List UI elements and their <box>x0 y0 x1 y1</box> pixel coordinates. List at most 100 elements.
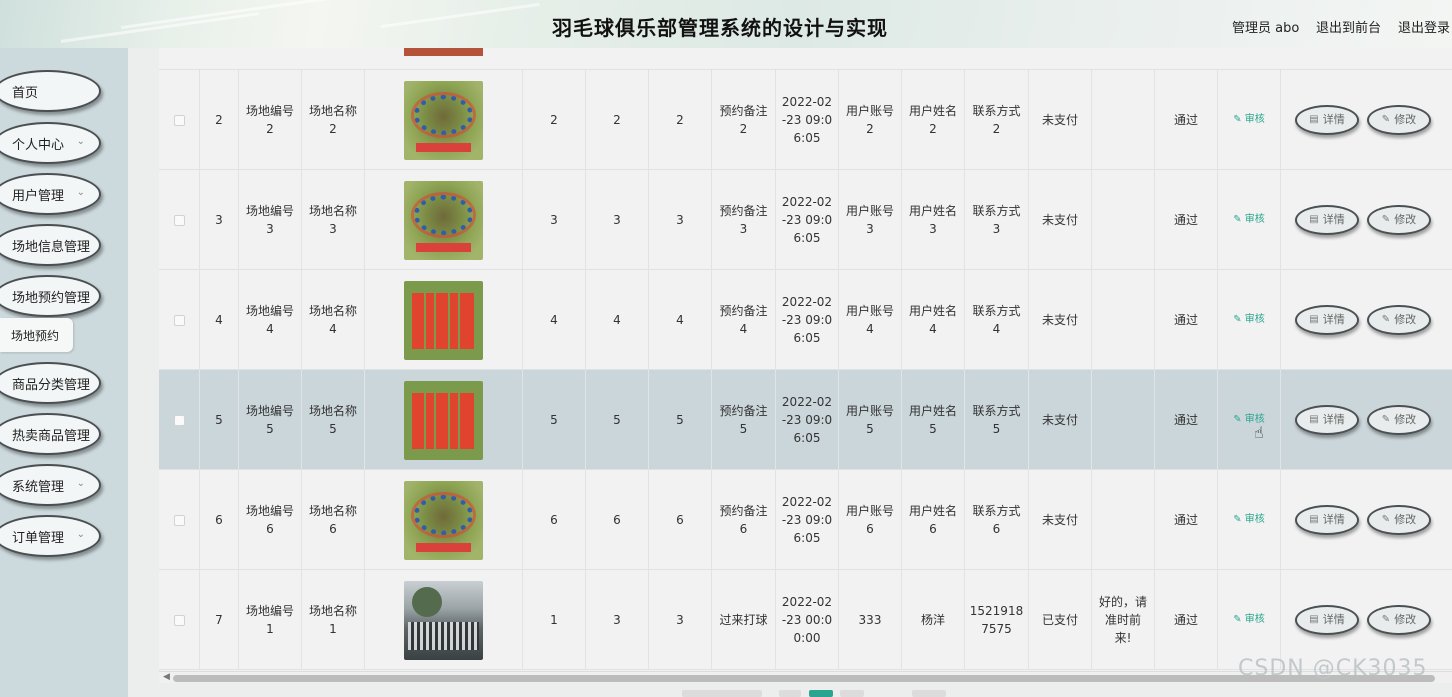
actions-cell: ▤ 详情 ✎ 修改 <box>1280 470 1452 570</box>
table-cell-name: 场地名称 1 <box>301 570 364 670</box>
sidebar-subitem-venue-booking[interactable]: 场地预约 <box>0 318 73 352</box>
audit-cell: ✎ 审核 <box>1217 270 1280 370</box>
image-cell <box>364 270 522 370</box>
sidebar-item-home[interactable]: 首页 <box>0 70 101 112</box>
row-checkbox[interactable] <box>173 214 185 226</box>
document-icon: ▤ <box>1309 114 1319 125</box>
sidebar-item-system[interactable]: 系统管理 ⌄ <box>0 464 101 506</box>
sidebar-item-label: 商品分类管理 <box>12 377 91 393</box>
table-cell-code: 场地编号 3 <box>238 170 301 270</box>
table-cell-n3: 3 <box>648 570 711 670</box>
sidebar-item-venue-info[interactable]: 场地信息管理 <box>0 224 101 266</box>
logout-link[interactable]: 退出登录 <box>1398 17 1450 36</box>
top-header: 羽毛球俱乐部管理系统的设计与实现 管理员 abo 退出到前台 退出登录 <box>0 0 1452 48</box>
table-cell-reply: 好的，请 准时前 来! <box>1091 570 1154 670</box>
table-cell-idx: 4 <box>199 270 238 370</box>
detail-button-label: 详情 <box>1322 613 1345 626</box>
table-cell-idx: 5 <box>199 370 238 470</box>
table-cell-n3: 6 <box>648 470 711 570</box>
pagination-prev[interactable] <box>779 690 801 697</box>
sidebar-item-product-category[interactable]: 商品分类管理 <box>0 362 101 404</box>
audit-link[interactable]: ✎ 审核 <box>1233 211 1265 229</box>
table-cell-contact: 联系方式 6 <box>964 470 1028 570</box>
document-icon: ▤ <box>1309 614 1319 625</box>
sidebar-item-user-management[interactable]: 用户管理 ⌄ <box>0 173 101 215</box>
pagination-jump-input[interactable] <box>912 690 946 697</box>
select-cell <box>159 170 199 270</box>
edit-icon: ✎ <box>1381 314 1391 325</box>
pagination-page-current[interactable] <box>809 690 833 697</box>
table-cell-n1: 6 <box>522 470 585 570</box>
table-cell-n1: 5 <box>522 370 585 470</box>
table-cell-time: 2022-02 -23 09:0 6:05 <box>775 470 838 570</box>
table-cell-time: 2022-02 -23 09:0 6:05 <box>775 270 838 370</box>
edit-button[interactable]: ✎ 修改 <box>1367 205 1431 235</box>
row-checkbox[interactable] <box>173 314 185 326</box>
table-cell-status: 通过 <box>1154 170 1217 270</box>
select-cell <box>159 570 199 670</box>
detail-button[interactable]: ▤ 详情 <box>1295 605 1359 635</box>
table-cell-time: 2022-02 -23 09:0 6:05 <box>775 70 838 170</box>
table-cell-contact: 联系方式 3 <box>964 170 1028 270</box>
audit-link[interactable]: ✎ 审核 <box>1233 611 1265 629</box>
table-cell-pay: 未支付 <box>1028 270 1091 370</box>
scroll-left-icon[interactable]: ◀ <box>163 672 170 682</box>
sidebar-item-venue-booking[interactable]: 场地预约管理 <box>0 275 101 317</box>
pagination-size-select[interactable] <box>682 690 762 697</box>
detail-button[interactable]: ▤ 详情 <box>1295 405 1359 435</box>
row-checkbox[interactable] <box>173 114 185 126</box>
row-checkbox[interactable] <box>173 414 185 426</box>
audit-link[interactable]: ✎ 审核 <box>1233 311 1265 329</box>
sidebar-item-label: 场地信息管理 <box>12 239 91 255</box>
table-cell-n3: 5 <box>648 370 711 470</box>
sidebar-item-personal-center[interactable]: 个人中心 ⌄ <box>0 122 101 164</box>
sidebar: 首页 个人中心 ⌄ 用户管理 ⌄ 场地信息管理 场地预约管理 场地预约 商品分类… <box>0 48 128 697</box>
row-checkbox[interactable] <box>173 514 185 526</box>
table-cell-pay: 未支付 <box>1028 170 1091 270</box>
edit-button-label: 修改 <box>1394 413 1417 426</box>
chevron-down-icon: ⌄ <box>76 478 85 489</box>
table-cell-acct: 333 <box>838 570 901 670</box>
table-row: 4 场地编号 4 场地名称 4 4 4 4 预约备注 4 2022-02 -23 09:0 6… <box>159 270 1452 370</box>
edit-button[interactable]: ✎ 修改 <box>1367 105 1431 135</box>
table-row: 6 场地编号 6 场地名称 6 6 6 6 预约备注 6 2022-02 -23 09:0 6… <box>159 470 1452 570</box>
audit-link[interactable]: ✎ 审核 <box>1233 111 1265 129</box>
exit-to-frontend-link[interactable]: 退出到前台 <box>1316 17 1381 36</box>
edit-button[interactable]: ✎ 修改 <box>1367 505 1431 535</box>
table-cell-reply <box>1091 470 1154 570</box>
main-content: 2 场地编号 2 场地名称 2 2 2 2 预约备注 2 2022-02 -23 09:0 6… <box>128 48 1452 697</box>
detail-button[interactable]: ▤ 详情 <box>1295 205 1359 235</box>
detail-button[interactable]: ▤ 详情 <box>1295 105 1359 135</box>
edit-button-label: 修改 <box>1394 313 1417 326</box>
pagination-next[interactable] <box>840 690 864 697</box>
sidebar-item-label: 首页 <box>12 85 39 101</box>
table-cell-n1: 3 <box>522 170 585 270</box>
sidebar-item-orders[interactable]: 订单管理 ⌄ <box>0 515 101 557</box>
table-row: 7 场地编号 1 场地名称 1 1 3 3 过来打球 2022-02 -23 00:0 0:0… <box>159 570 1452 670</box>
document-icon: ▤ <box>1309 214 1319 225</box>
document-icon: ▤ <box>1309 314 1319 325</box>
audit-link[interactable]: ✎ 审核 <box>1233 511 1265 529</box>
edit-icon: ✎ <box>1381 114 1391 125</box>
sidebar-item-label: 个人中心 <box>12 137 65 153</box>
venue-image <box>404 80 483 160</box>
table-cell-uname: 用户姓名 6 <box>901 470 964 570</box>
row-checkbox[interactable] <box>173 614 185 626</box>
table-cell-name: 场地名称 6 <box>301 470 364 570</box>
edit-button[interactable]: ✎ 修改 <box>1367 305 1431 335</box>
table-cell-note: 预约备注 5 <box>711 370 775 470</box>
table-cell-uname: 杨洋 <box>901 570 964 670</box>
table-cell-contact: 联系方式 2 <box>964 70 1028 170</box>
table-row: 5 场地编号 5 场地名称 5 5 5 5 预约备注 5 2022-02 -23 09:0 6… <box>159 370 1452 470</box>
table-cell-reply <box>1091 70 1154 170</box>
detail-button[interactable]: ▤ 详情 <box>1295 505 1359 535</box>
table-cell-n3: 2 <box>648 70 711 170</box>
table-cell-pay: 未支付 <box>1028 370 1091 470</box>
edit-button[interactable]: ✎ 修改 <box>1367 405 1431 435</box>
edit-button[interactable]: ✎ 修改 <box>1367 605 1431 635</box>
sidebar-item-hot-products[interactable]: 热卖商品管理 <box>0 413 101 455</box>
sidebar-item-label: 系统管理 <box>12 479 65 495</box>
table-cell-acct: 用户账号 2 <box>838 70 901 170</box>
table-cell-status: 通过 <box>1154 470 1217 570</box>
detail-button[interactable]: ▤ 详情 <box>1295 305 1359 335</box>
